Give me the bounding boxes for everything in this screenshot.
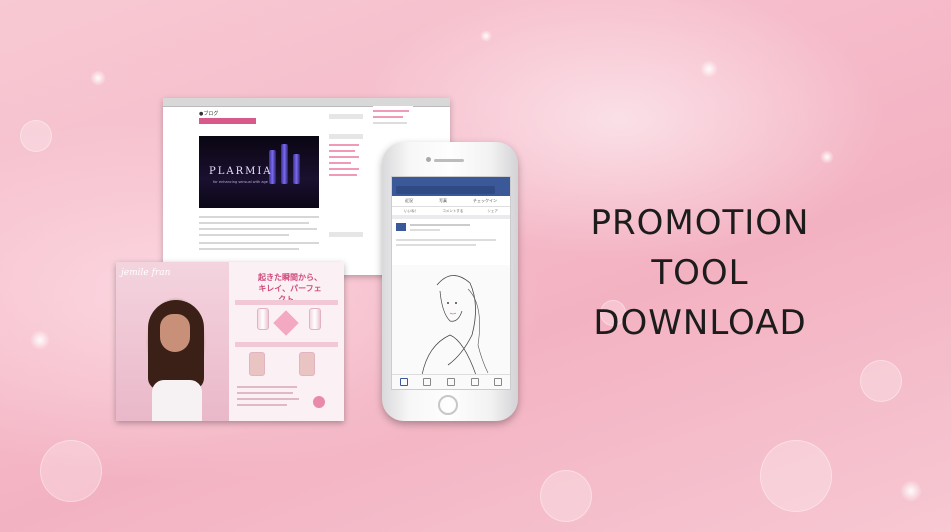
sparkle-decor [820,150,834,164]
avatar [396,223,406,231]
post-illustration [392,265,510,376]
product-bottle [281,144,288,184]
bokeh-decor [540,470,592,522]
promo-banner[interactable]: ●ブログ PLARMIA for enhancing sensual with … [0,0,951,532]
composer-action-status: 近況 [405,198,413,203]
headline-line-1: PROMOTION [590,203,810,243]
sparkle-decor [900,480,922,502]
sparkle-decor [700,60,718,78]
search-input [396,186,495,194]
model-photo: jemile fran [116,262,229,421]
promotion-headline: PROMOTION TOOL DOWNLOAD [560,198,840,348]
hero-tagline: for enhancing sensual with age [213,180,268,184]
composer-actions: 近況 写真 チェックイン [392,196,510,207]
brochure-copy: 起きた瞬間から、 キレイ、パーフェクト。 [229,262,344,421]
text-line [199,248,299,250]
tab-more-icon [494,378,503,386]
text-line [199,242,319,244]
product-tube [299,352,315,376]
headline-line-2: TOOL [651,253,749,293]
text-line [199,228,317,230]
site-category-bar [199,118,256,124]
camera-icon [426,157,431,162]
product-bottle [293,154,300,184]
bokeh-decor [20,120,52,152]
composer-action-checkin: チェックイン [473,198,497,203]
text-line [199,234,289,236]
phone-screen: 近況 写真 チェックイン いいね！ コメントする シェア [391,176,511,390]
post-actions: いいね！ コメントする シェア [392,207,510,219]
phone-mockup: 近況 写真 チェックイン いいね！ コメントする シェア [382,142,518,421]
woman-sketch-illustration [421,275,489,376]
brochure-mockup: jemile fran 起きた瞬間から、 キレイ、パーフェクト。 [116,262,344,421]
social-navbar [392,184,510,196]
text-line [199,222,309,224]
hero-brand: PLARMIA [209,166,273,177]
tab-notifications-icon [470,378,479,386]
site-logo: ●ブログ [199,111,219,117]
like-action: いいね！ [404,209,419,213]
flower-decor [310,393,328,411]
sparkle-decor [30,330,50,350]
share-action: シェア [487,209,498,213]
bokeh-decor [760,440,832,512]
sparkle-decor [480,30,492,42]
heart-decor [273,310,299,336]
site-sidebar [329,114,363,264]
product-tube [249,352,265,376]
speaker-grille [434,159,464,162]
product-tube [257,308,269,330]
headline-line-3: DOWNLOAD [593,303,807,343]
site-hero-image: PLARMIA for enhancing sensual with age [199,136,319,208]
tab-friends-icon [423,378,432,386]
brochure-brand: jemile fran [121,268,171,278]
tab-bar [392,374,510,389]
comment-action: コメントする [442,209,464,213]
tab-messenger-icon [446,378,455,386]
composer-action-photo: 写真 [439,198,447,203]
home-button [438,395,458,415]
product-tube [309,308,321,330]
bokeh-decor [860,360,902,402]
tab-news-icon [399,378,408,386]
feed-post [392,219,510,259]
bokeh-decor [40,440,102,502]
sparkle-decor [90,70,106,86]
status-bar [392,177,510,184]
text-line [199,216,319,218]
